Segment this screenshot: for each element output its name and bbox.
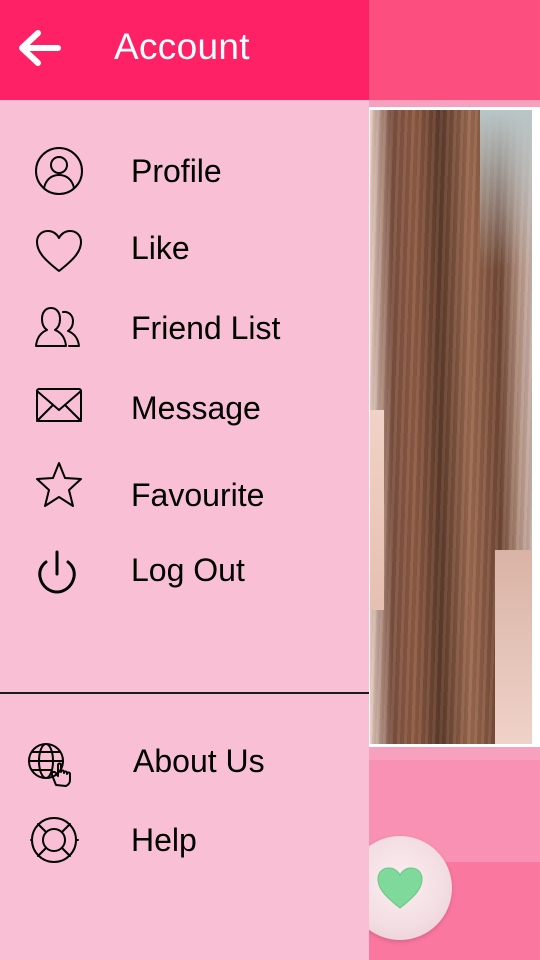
- heart-icon: [377, 867, 423, 909]
- menu-item-label: Friend List: [131, 310, 281, 346]
- menu-item-label: Help: [131, 822, 197, 858]
- profile-photo[interactable]: [370, 110, 532, 744]
- menu-item-help[interactable]: Help: [0, 812, 369, 872]
- navigation-drawer: Account Profile Like Friend List Message: [0, 0, 369, 960]
- menu-divider: [0, 692, 369, 694]
- friends-icon: [35, 307, 80, 347]
- drawer-title: Account: [114, 26, 250, 67]
- menu-item-log-out[interactable]: Log Out: [0, 544, 369, 604]
- menu-item-label: Message: [131, 390, 261, 426]
- menu-item-label: Profile: [131, 153, 222, 189]
- menu-item-message[interactable]: Message: [0, 380, 369, 440]
- back-arrow-icon[interactable]: [16, 28, 62, 68]
- menu-item-label: About Us: [133, 743, 265, 779]
- star-icon: [36, 462, 82, 507]
- lifebuoy-icon: [29, 817, 79, 863]
- profile-icon: [35, 147, 83, 195]
- power-icon: [38, 550, 76, 594]
- envelope-icon: [36, 388, 82, 422]
- heart-outline-icon: [36, 230, 82, 272]
- menu-item-friend-list[interactable]: Friend List: [0, 300, 369, 360]
- menu-item-label: Log Out: [131, 552, 245, 588]
- drawer-header: Account: [0, 0, 369, 100]
- menu-item-favourite[interactable]: Favourite: [0, 462, 369, 525]
- menu-item-label: Favourite: [131, 477, 265, 513]
- menu-item-label: Like: [131, 230, 190, 266]
- menu-item-profile[interactable]: Profile: [0, 143, 369, 203]
- menu-item-like[interactable]: Like: [0, 220, 369, 280]
- globe-hand-icon: [28, 743, 71, 787]
- menu-item-about-us[interactable]: About Us: [0, 735, 369, 795]
